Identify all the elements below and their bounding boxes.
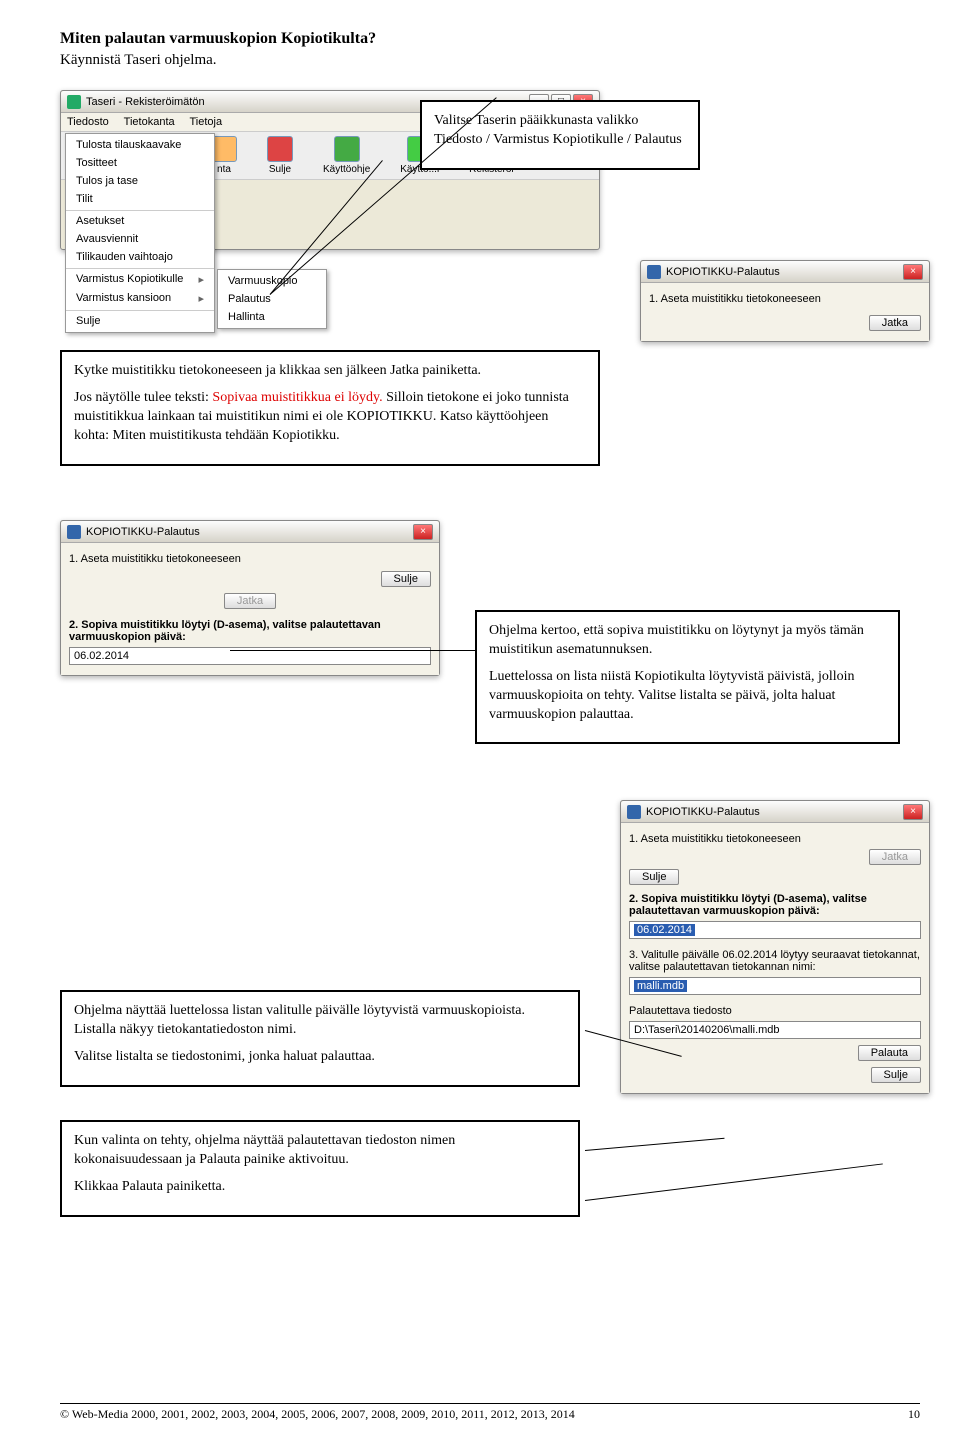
list-item-date[interactable]: 06.02.2014: [74, 650, 129, 662]
dialog-step-3: 3. Valitulle päivälle 06.02.2014 löytyy …: [629, 949, 921, 973]
chevron-right-icon: ▸: [198, 292, 204, 305]
palautus-dialog-2: KOPIOTIKKU-Palautus × 1. Aseta muistitik…: [60, 520, 440, 676]
restore-path-text: D:\Taseri\20140206\malli.mdb: [634, 1024, 780, 1036]
app-icon: [67, 95, 81, 109]
instruction-text: Kun valinta on tehty, ohjelma näyttää pa…: [74, 1132, 566, 1170]
sulje-button[interactable]: Sulje: [629, 869, 679, 885]
toolbar-label: Sulje: [269, 164, 291, 175]
close-button[interactable]: ×: [903, 804, 923, 820]
sulje-button[interactable]: Sulje: [871, 1067, 921, 1083]
menu-tietokanta[interactable]: Tietokanta: [124, 116, 175, 128]
sulje-button[interactable]: Sulje: [381, 571, 431, 587]
window-titlebar: KOPIOTIKKU-Palautus ×: [61, 521, 439, 543]
restore-path-field: D:\Taseri\20140206\malli.mdb: [629, 1021, 921, 1039]
jatka-button[interactable]: Jatka: [869, 315, 921, 331]
toolbar-label: nta: [217, 164, 231, 175]
instruction-text: Luettelossa on lista niistä Kopiotikulta…: [489, 668, 886, 725]
error-text: Sopivaa muistitikkua ei löydy.: [212, 390, 382, 405]
window-titlebar: KOPIOTIKKU-Palautus ×: [641, 261, 929, 283]
dialog-step-1: 1. Aseta muistitikku tietokoneeseen: [629, 833, 921, 845]
palautus-dialog-1: KOPIOTIKKU-Palautus × 1. Aseta muistitik…: [640, 260, 930, 342]
restore-file-label: Palautettava tiedosto: [629, 1005, 921, 1017]
close-button[interactable]: ×: [903, 264, 923, 280]
menu-item[interactable]: Asetukset: [66, 210, 214, 230]
instruction-text: Klikkaa Palauta painiketta.: [74, 1178, 566, 1197]
page-title: Miten palautan varmuuskopion Kopiotikult…: [60, 30, 920, 48]
menu-item[interactable]: Tilit: [66, 190, 214, 208]
page-subtitle: Käynnistä Taseri ohjelma.: [60, 52, 920, 69]
palautus-dialog-3: KOPIOTIKKU-Palautus × 1. Aseta muistitik…: [620, 800, 930, 1094]
instruction-text: Ohjelma kertoo, että sopiva muistitikku …: [489, 622, 886, 660]
page-footer: © Web-Media 2000, 2001, 2002, 2003, 2004…: [60, 1403, 920, 1422]
book-icon: [334, 136, 360, 162]
instruction-box-5: Kun valinta on tehty, ohjelma näyttää pa…: [60, 1120, 580, 1217]
app-icon: [647, 265, 661, 279]
list-item-date-selected[interactable]: 06.02.2014: [634, 924, 695, 936]
window-title-text: KOPIOTIKKU-Palautus: [666, 266, 903, 278]
menu-tiedosto[interactable]: Tiedosto: [67, 116, 109, 128]
page-number: 10: [908, 1407, 920, 1422]
menu-item[interactable]: Avausviennit: [66, 230, 214, 248]
toolbar-label: Käyttöohje: [323, 164, 370, 175]
window-title-text: KOPIOTIKKU-Palautus: [86, 526, 413, 538]
menu-item-varmistus-kansioon[interactable]: Varmistus kansioon▸: [66, 289, 214, 308]
db-listbox[interactable]: malli.mdb: [629, 977, 921, 995]
jatka-button-disabled: Jatka: [224, 593, 276, 609]
tiedosto-dropdown: Tulosta tilauskaavake Tositteet Tulos ja…: [65, 133, 215, 333]
jatka-button-disabled: Jatka: [869, 849, 921, 865]
date-listbox[interactable]: 06.02.2014: [629, 921, 921, 939]
app-icon: [627, 805, 641, 819]
submenu-item-hallinta[interactable]: Hallinta: [218, 308, 326, 326]
window-title-text: KOPIOTIKKU-Palautus: [646, 806, 903, 818]
callout-line: [585, 1138, 725, 1151]
app-icon: [67, 525, 81, 539]
callout-line: [585, 1163, 883, 1201]
submenu: Varmuuskopio Palautus Hallinta: [217, 269, 327, 329]
menu-item[interactable]: Tulosta tilauskaavake: [66, 136, 214, 154]
instruction-box-1: Valitse Taserin pääikkunasta valikko Tie…: [420, 100, 700, 170]
instruction-box-2: Kytke muistitikku tietokoneeseen ja klik…: [60, 350, 600, 466]
list-item-db-selected[interactable]: malli.mdb: [634, 980, 687, 992]
chevron-right-icon: ▸: [198, 273, 204, 286]
dialog-step-1: 1. Aseta muistitikku tietokoneeseen: [69, 553, 431, 565]
menu-item[interactable]: Tulos ja tase: [66, 172, 214, 190]
menu-item-sulje[interactable]: Sulje: [66, 310, 214, 330]
dialog-step-2: 2. Sopiva muistitikku löytyi (D-asema), …: [629, 893, 921, 917]
submenu-item-varmuuskopio[interactable]: Varmuuskopio: [218, 272, 326, 290]
instruction-text: Jos näytölle tulee teksti: Sopivaa muist…: [74, 389, 586, 446]
toolbar-item-close[interactable]: Sulje: [267, 136, 293, 175]
instruction-box-4: Ohjelma näyttää luettelossa listan valit…: [60, 990, 580, 1087]
instruction-text: Valitse listalta se tiedostonimi, jonka …: [74, 1048, 566, 1067]
menu-item-varmistus-kopiotikulle[interactable]: Varmistus Kopiotikulle▸: [66, 268, 214, 289]
instruction-text: Kytke muistitikku tietokoneeseen ja klik…: [74, 362, 586, 381]
instruction-text: Ohjelma näyttää luettelossa listan valit…: [74, 1002, 566, 1040]
dialog-step-1: 1. Aseta muistitikku tietokoneeseen: [649, 293, 921, 305]
close-button[interactable]: ×: [413, 524, 433, 540]
palauta-button[interactable]: Palauta: [858, 1045, 921, 1061]
menu-item[interactable]: Tositteet: [66, 154, 214, 172]
instruction-box-3: Ohjelma kertoo, että sopiva muistitikku …: [475, 610, 900, 744]
toolbar-item-manual[interactable]: Käyttöohje: [323, 136, 370, 175]
close-icon: [267, 136, 293, 162]
menu-tietoja[interactable]: Tietoja: [189, 116, 222, 128]
callout-line: [230, 650, 480, 651]
window-titlebar: KOPIOTIKKU-Palautus ×: [621, 801, 929, 823]
dialog-step-2: 2. Sopiva muistitikku löytyi (D-asema), …: [69, 619, 431, 643]
menu-item[interactable]: Tilikauden vaihtoajo: [66, 248, 214, 266]
copyright-text: © Web-Media 2000, 2001, 2002, 2003, 2004…: [60, 1407, 575, 1422]
